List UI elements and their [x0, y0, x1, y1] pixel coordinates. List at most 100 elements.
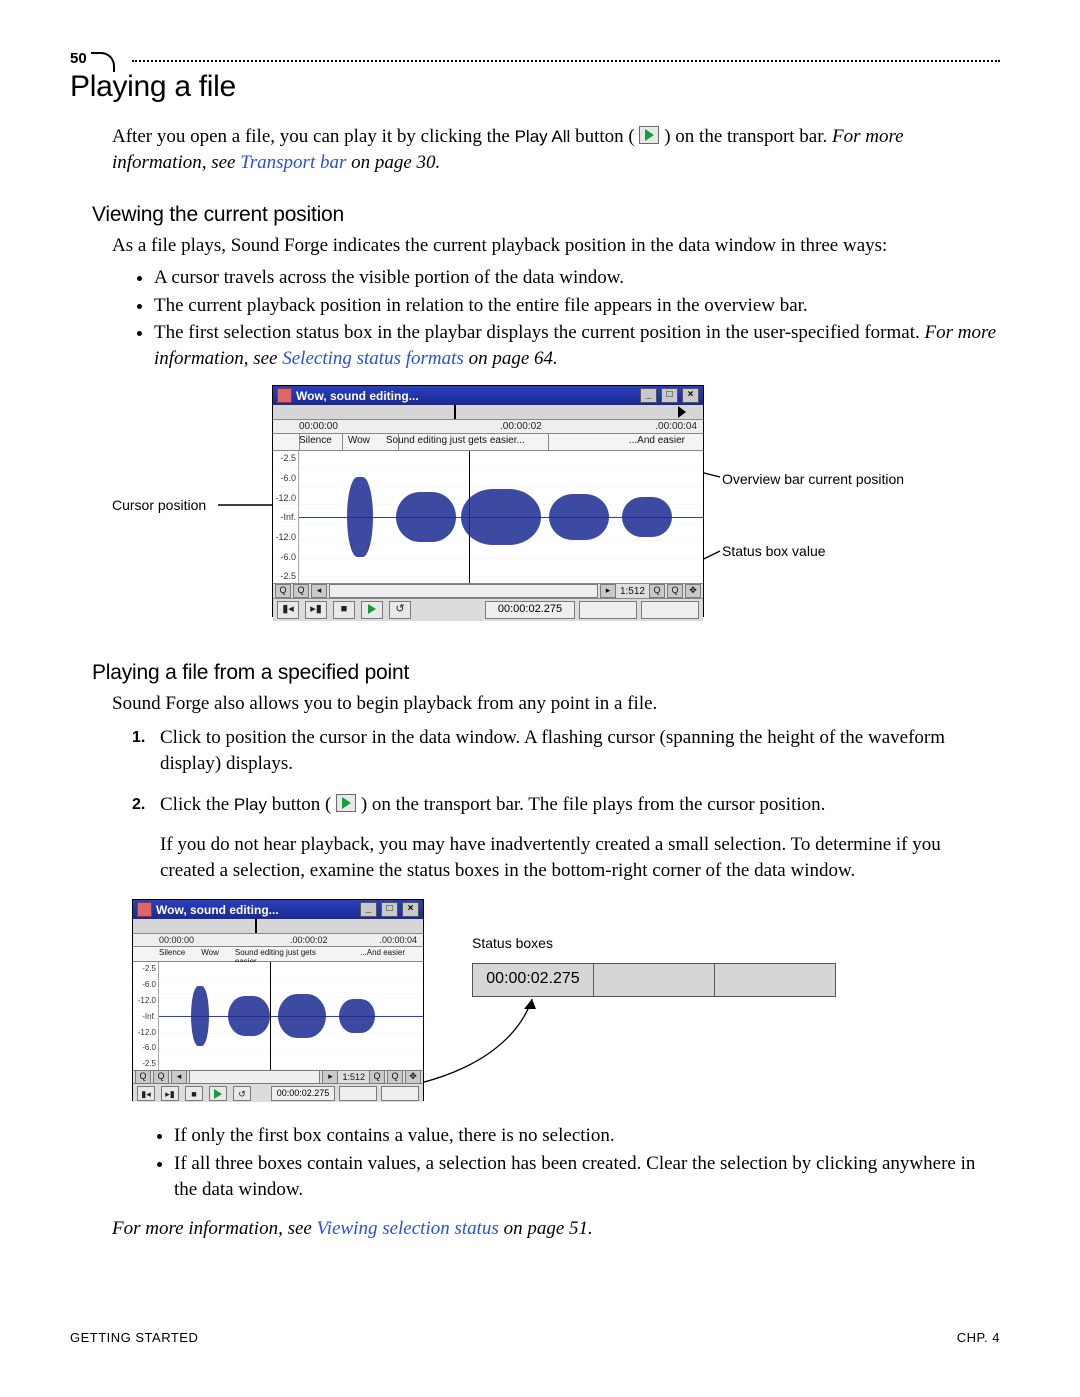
close-icon[interactable]: × [402, 902, 419, 917]
maximize-icon[interactable]: □ [661, 388, 678, 403]
marker-silence: Silence [299, 435, 332, 449]
window-titlebar[interactable]: Wow, sound editing... _ □ × [273, 386, 703, 405]
link-transport-bar[interactable]: Transport bar [240, 152, 346, 173]
scroll-right-icon[interactable]: ▸ [322, 1070, 338, 1084]
db-val: -2.5 [275, 571, 296, 581]
figure-status-boxes: Status boxes 00:00:02.275 Wow, sound edi… [132, 899, 912, 1109]
db-val: -Inf. [135, 1012, 156, 1021]
intro-text-3: ) on the transport bar. [664, 126, 832, 147]
window-title: Wow, sound editing... [296, 389, 419, 403]
zoom-in-level-icon[interactable]: Q [387, 1070, 403, 1084]
marker-silence: Silence [159, 948, 185, 960]
go-end-button[interactable]: ▸▮ [161, 1086, 179, 1101]
closing-xref-tail: on page 51. [504, 1218, 593, 1239]
bullet-selection-exists: If all three boxes contain values, a sel… [174, 1151, 1000, 1202]
marker-easier: Sound editing just gets easier... [235, 948, 344, 960]
level-pan-icon[interactable]: ✥ [685, 584, 701, 598]
zoom-in-level-icon[interactable]: Q [667, 584, 683, 598]
zoom-out-time-icon[interactable]: Q [135, 1070, 151, 1084]
close-icon[interactable]: × [682, 388, 699, 403]
zoom-out-level-icon[interactable]: Q [649, 584, 665, 598]
sound-forge-window: Wow, sound editing... _ □ × 00:00:00 .00… [272, 385, 704, 617]
page-number: 50 [70, 48, 121, 68]
maximize-icon[interactable]: □ [381, 902, 398, 917]
link-viewing-selection-status[interactable]: Viewing selection status [317, 1218, 499, 1239]
playbar: ▮◂ ▸▮ ■ ↺ 00:00:02.275 [273, 598, 703, 621]
waveform-area-small[interactable] [159, 962, 423, 1070]
zoom-in-time-icon[interactable]: Q [153, 1070, 169, 1084]
step-2-text-b: button ( [272, 794, 336, 815]
marker-wow: Wow [201, 948, 219, 960]
overview-bar[interactable] [273, 405, 703, 420]
link-selecting-status-formats[interactable]: Selecting status formats [282, 348, 464, 369]
go-end-button[interactable]: ▸▮ [305, 601, 327, 619]
marker-and-easier: ...And easier [360, 948, 405, 960]
steps-list: Click to position the cursor in the data… [132, 725, 1000, 883]
window-titlebar-small[interactable]: Wow, sound editing... _ □ × [133, 900, 423, 919]
minimize-icon[interactable]: _ [360, 902, 377, 917]
db-val: -2.5 [135, 1059, 156, 1068]
app-icon [137, 902, 152, 917]
app-icon [277, 388, 292, 403]
level-pan-icon[interactable]: ✥ [405, 1070, 421, 1084]
horizontal-scrollbar-small[interactable]: Q Q ◂ ▸ 1:512 Q Q ✥ [133, 1070, 423, 1083]
zoom-out-level-icon[interactable]: Q [369, 1070, 385, 1084]
scroll-track[interactable] [329, 584, 598, 598]
horizontal-scrollbar[interactable]: Q Q ◂ ▸ 1:512 Q Q ✥ [273, 583, 703, 598]
scroll-track[interactable] [189, 1070, 320, 1084]
time-ruler-small[interactable]: 00:00:00 .00:00:02 .00:00:04 [133, 934, 423, 947]
bullet-statusbox-text: The first selection status box in the pl… [154, 322, 925, 343]
play-label: Play [234, 795, 267, 814]
ruler-tick-0: 00:00:00 [159, 935, 290, 945]
status-box-2 [579, 601, 637, 619]
status-box-group: 00:00:02.275 [485, 601, 699, 619]
overview-play-arrow-icon [678, 406, 686, 418]
time-ruler[interactable]: 00:00:00 .00:00:02 .00:00:04 [273, 420, 703, 434]
intro-text-2: button ( [575, 126, 639, 147]
waveform-area[interactable] [299, 451, 703, 583]
footer-chapter: CHP. 4 [957, 1330, 1000, 1345]
scroll-left-icon[interactable]: ◂ [311, 584, 327, 598]
zoom-in-time-icon[interactable]: Q [293, 584, 309, 598]
scroll-left-icon[interactable]: ◂ [171, 1070, 187, 1084]
marker-and-easier: ...And easier [629, 435, 685, 449]
status-box-position: 00:00:02.275 [271, 1086, 335, 1101]
stop-button[interactable]: ■ [185, 1086, 203, 1101]
page: 50 Playing a file After you open a file,… [0, 0, 1080, 1397]
play-button[interactable] [361, 601, 383, 619]
go-start-button[interactable]: ▮◂ [277, 601, 299, 619]
waveform-display[interactable]: -2.5 -6.0 -12.0 -Inf. -12.0 -6.0 -2.5 [273, 451, 703, 583]
db-val: -6.0 [135, 980, 156, 989]
footer-section: GETTING STARTED [70, 1330, 198, 1345]
loop-button[interactable]: ↺ [233, 1086, 251, 1101]
go-start-button[interactable]: ▮◂ [137, 1086, 155, 1101]
marker-bar[interactable]: Silence Wow Sound editing just gets easi… [273, 434, 703, 451]
status-box-3 [641, 601, 699, 619]
loop-button[interactable]: ↺ [389, 601, 411, 619]
heading-viewing-current-position: Viewing the current position [92, 203, 1000, 227]
playback-cursor [270, 962, 272, 1070]
ruler-tick-0: 00:00:00 [299, 421, 500, 432]
overview-bar-small[interactable] [133, 919, 423, 934]
step-2-text-a: Click the [160, 794, 234, 815]
stop-button[interactable]: ■ [333, 601, 355, 619]
db-val: -6.0 [275, 552, 296, 562]
db-val: -12.0 [135, 996, 156, 1005]
zoom-out-time-icon[interactable]: Q [275, 584, 291, 598]
minimize-icon[interactable]: _ [640, 388, 657, 403]
intro-paragraph: After you open a file, you can play it b… [112, 124, 1000, 175]
waveform-display-small[interactable]: -2.5 -6.0 -12.0 -Inf. -12.0 -6.0 -2.5 [133, 962, 423, 1070]
db-val: -12.0 [135, 1028, 156, 1037]
play-button[interactable] [209, 1086, 227, 1101]
selection-bullet-list: If only the first box contains a value, … [152, 1123, 1000, 1202]
zoom-ratio: 1:512 [620, 586, 645, 597]
window-title-small: Wow, sound editing... [156, 903, 279, 917]
heading-playing-a-file: Playing a file [70, 70, 1000, 104]
bullet-overview: The current playback position in relatio… [154, 293, 1000, 319]
db-val: -12.0 [275, 493, 296, 503]
scroll-right-icon[interactable]: ▸ [600, 584, 616, 598]
marker-bar-small[interactable]: Silence Wow Sound editing just gets easi… [133, 947, 423, 962]
status-box-3 [381, 1086, 419, 1101]
step-1: Click to position the cursor in the data… [154, 725, 1000, 776]
step-2: Click the Play button ( ) on the transpo… [154, 792, 1000, 883]
